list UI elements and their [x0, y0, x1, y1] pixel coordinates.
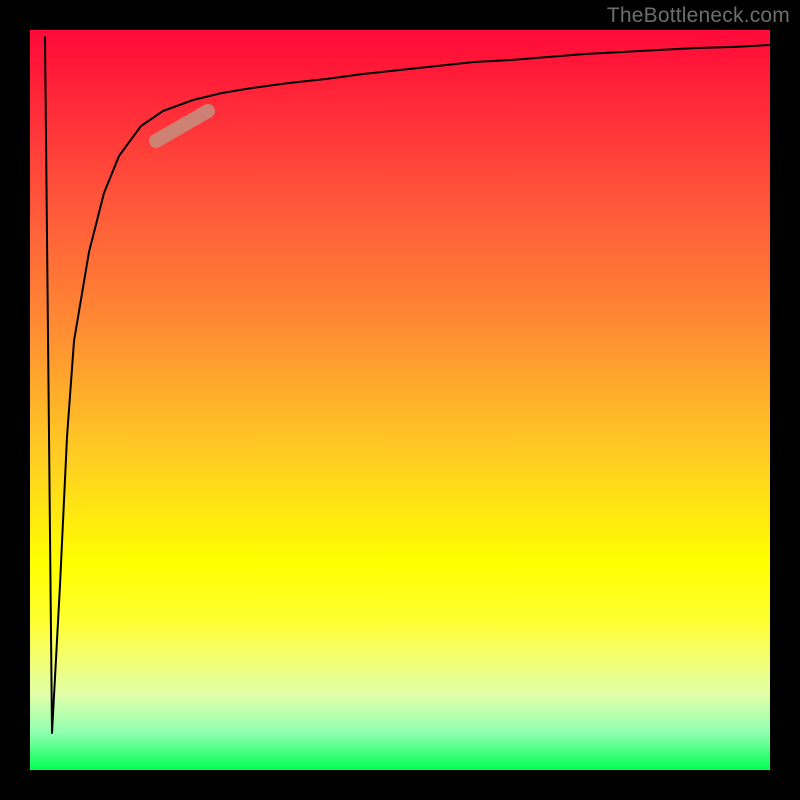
curve-svg [30, 30, 770, 770]
highlight-segment [156, 111, 208, 141]
plot-area [30, 30, 770, 770]
watermark-label: TheBottleneck.com [607, 4, 790, 28]
